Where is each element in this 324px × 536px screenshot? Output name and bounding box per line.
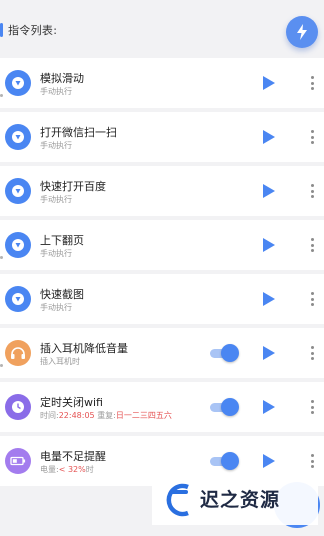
more-icon[interactable] (311, 76, 314, 90)
enable-toggle[interactable] (210, 398, 242, 416)
play-icon[interactable] (262, 76, 276, 90)
battery-label: 电量: (40, 465, 59, 474)
command-row[interactable]: 插入耳机降低音量 插入耳机时 (0, 328, 324, 378)
quick-run-button[interactable] (286, 16, 318, 48)
command-trigger: 手动执行 (40, 249, 72, 258)
play-icon[interactable] (262, 292, 276, 306)
more-icon[interactable] (311, 130, 314, 144)
repeat-days: 日一二三四五六 (115, 411, 172, 420)
cursor-icon (5, 232, 31, 258)
command-row[interactable]: 模拟滑动 手动执行 (0, 58, 324, 108)
command-trigger: 手动执行 (40, 87, 72, 96)
enable-toggle[interactable] (210, 344, 242, 362)
command-name: 打开微信扫一扫 (40, 126, 117, 139)
header-accent-bar (0, 23, 3, 37)
enable-toggle[interactable] (210, 452, 242, 470)
more-icon[interactable] (311, 184, 314, 198)
watermark-logo-icon (166, 483, 189, 517)
time-label: 时间: (40, 411, 59, 420)
more-icon[interactable] (311, 346, 314, 360)
battery-suffix: 时 (85, 465, 94, 474)
command-row[interactable]: 上下翻页 手动执行 (0, 220, 324, 270)
play-icon[interactable] (262, 400, 276, 414)
play-icon[interactable] (262, 184, 276, 198)
command-trigger: 时间:22:48:05 重复:日一二三四五六 (40, 410, 172, 421)
cursor-icon (5, 124, 31, 150)
more-icon[interactable] (311, 400, 314, 414)
play-icon[interactable] (262, 130, 276, 144)
watermark-text: 迟之资源 (200, 489, 281, 511)
more-icon[interactable] (311, 454, 314, 468)
play-icon[interactable] (262, 238, 276, 252)
play-icon[interactable] (262, 346, 276, 360)
command-trigger: 插入耳机时 (40, 357, 80, 366)
command-trigger: 手动执行 (40, 141, 72, 150)
row-dot (0, 94, 3, 97)
battery-threshold: < 32% (58, 465, 86, 474)
command-trigger: 手动执行 (40, 303, 72, 312)
repeat-label: 重复: (97, 411, 116, 420)
more-icon[interactable] (311, 238, 314, 252)
command-trigger: 电量:< 32%时 (40, 464, 94, 475)
command-row[interactable]: 打开微信扫一扫 手动执行 (0, 112, 324, 162)
row-dot (0, 364, 3, 367)
row-dot (0, 256, 3, 259)
command-name: 模拟滑动 (40, 72, 84, 85)
command-name: 定时关闭wifi (40, 396, 103, 409)
headphones-icon (5, 340, 31, 366)
command-name: 电量不足提醒 (40, 450, 106, 463)
list-title: 指令列表: (8, 24, 58, 37)
cursor-icon (5, 70, 31, 96)
lightning-icon (297, 24, 307, 40)
time-value: 22:48:05 (58, 411, 95, 420)
more-icon[interactable] (311, 292, 314, 306)
battery-icon (5, 448, 31, 474)
clock-icon (5, 394, 31, 420)
command-row[interactable]: 快速截图 手动执行 (0, 274, 324, 324)
command-name: 上下翻页 (40, 234, 84, 247)
watermark: 迟之资源 (152, 475, 318, 525)
cursor-icon (5, 286, 31, 312)
list-header: 指令列表: (0, 0, 324, 58)
command-trigger: 手动执行 (40, 195, 72, 204)
command-name: 快速截图 (40, 288, 84, 301)
command-row[interactable]: 快速打开百度 手动执行 (0, 166, 324, 216)
command-row[interactable]: 定时关闭wifi 时间:22:48:05 重复:日一二三四五六 (0, 382, 324, 432)
command-name: 插入耳机降低音量 (40, 342, 128, 355)
cursor-icon (5, 178, 31, 204)
play-icon[interactable] (262, 454, 276, 468)
command-name: 快速打开百度 (40, 180, 106, 193)
